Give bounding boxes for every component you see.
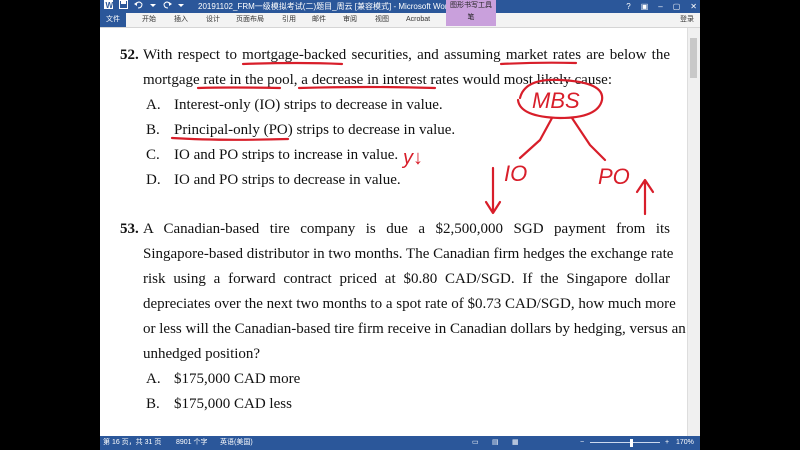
q53-option-a-text: $175,000 CAD more [174, 371, 301, 387]
vertical-scrollbar[interactable] [687, 28, 700, 436]
ribbon-tabs: 文件 开始 插入 设计 页面布局 引用 邮件 审阅 视图 Acrobat 登录 [100, 13, 700, 28]
zoom-slider-thumb[interactable] [630, 439, 633, 447]
close-icon[interactable]: ✕ [690, 0, 697, 13]
q53-option-b-letter: B. [146, 396, 160, 412]
q52-option-c-text: IO and PO strips to increase in value. [174, 147, 399, 163]
q52-option-a-letter: A. [146, 97, 161, 113]
tab-page-layout[interactable]: 页面布局 [236, 13, 264, 27]
tab-view[interactable]: 视图 [375, 13, 389, 27]
word-app-icon: W [104, 0, 114, 13]
maximize-icon[interactable]: ▢ [673, 0, 681, 13]
question-53-line-5: or less will the Canadian-based tire fir… [143, 321, 686, 337]
document-page[interactable]: 52. With respect to mortgage-backed secu… [100, 28, 688, 436]
window-controls: ? ▣ – ▢ ✕ [626, 0, 697, 13]
zoom-in-button[interactable]: + [665, 436, 669, 450]
minimize-icon[interactable]: – [658, 0, 662, 13]
question-53-line-3: risk using a forward contract priced at … [143, 271, 670, 287]
undo-icon[interactable] [134, 0, 144, 13]
tab-design[interactable]: 设计 [206, 13, 220, 27]
scrollbar-thumb[interactable] [690, 38, 697, 78]
tab-home[interactable]: 开始 [142, 13, 156, 27]
window-title: 20191102_FRM一级模拟考试(二)题目_周云 [兼容模式] - Micr… [198, 2, 452, 11]
page-count[interactable]: 第 16 页，共 31 页 [103, 436, 161, 450]
context-tab-pen[interactable]: 笔 [446, 12, 496, 24]
question-52-number: 52. [120, 47, 139, 63]
title-bar: W 20191102_FRM一级模拟考试(二)题目_周云 [兼容模式] - Mi… [100, 0, 700, 13]
question-53-line-6: unhedged position? [143, 346, 261, 362]
quick-access-toolbar: W [104, 0, 184, 13]
zoom-slider[interactable] [590, 442, 660, 443]
tab-file[interactable]: 文件 [100, 13, 126, 27]
context-tab-title: 图形书写工具 [450, 2, 492, 9]
tab-acrobat[interactable]: Acrobat [406, 13, 430, 27]
language-indicator[interactable]: 英语(美国) [220, 436, 253, 450]
question-53-line-2: Singapore-based distributor in two month… [143, 246, 674, 262]
q52-option-d-text: IO and PO strips to decrease in value. [174, 172, 401, 188]
login-link[interactable]: 登录 [680, 13, 694, 27]
q52-option-a-text: Interest-only (IO) strips to decrease in… [174, 97, 443, 113]
dropdown-icon[interactable] [150, 0, 156, 13]
read-mode-icon[interactable]: ▭ [472, 436, 479, 450]
customize-toolbar-icon[interactable] [178, 0, 184, 13]
question-53-line-1: A Canadian-based tire company is due a $… [143, 221, 670, 237]
zoom-out-button[interactable]: − [580, 436, 584, 450]
tab-insert[interactable]: 插入 [174, 13, 188, 27]
print-layout-icon[interactable]: ▤ [492, 436, 499, 450]
question-52-line-2: mortgage rate in the pool, a decrease in… [143, 72, 613, 88]
status-bar: 第 16 页，共 31 页 8901 个字 英语(美国) ▭ ▤ ▦ − + 1… [100, 436, 700, 450]
question-52-line-1: With respect to mortgage-backed securiti… [143, 47, 670, 63]
q53-option-b-text: $175,000 CAD less [174, 396, 292, 412]
help-icon[interactable]: ? [626, 0, 630, 13]
redo-icon[interactable] [162, 0, 172, 13]
context-tab-ink-tools[interactable]: 图形书写工具 笔 [446, 0, 496, 26]
q52-option-b-text: Principal-only (PO) strips to decrease i… [174, 122, 456, 138]
word-window: W 20191102_FRM一级模拟考试(二)题目_周云 [兼容模式] - Mi… [100, 0, 700, 450]
zoom-level[interactable]: 170% [676, 436, 694, 450]
q53-option-a-letter: A. [146, 371, 161, 387]
tab-review[interactable]: 审阅 [343, 13, 357, 27]
tab-references[interactable]: 引用 [282, 13, 296, 27]
save-icon[interactable] [119, 0, 128, 13]
question-53-line-4: depreciates over the next two months to … [143, 296, 676, 312]
word-count[interactable]: 8901 个字 [176, 436, 208, 450]
svg-text:W: W [106, 1, 114, 9]
q52-option-d-letter: D. [146, 172, 161, 188]
ribbon-display-icon[interactable]: ▣ [641, 0, 649, 13]
tab-mailings[interactable]: 邮件 [312, 13, 326, 27]
question-53-number: 53. [120, 221, 139, 237]
q52-option-c-letter: C. [146, 147, 160, 163]
q52-option-b-letter: B. [146, 122, 160, 138]
web-layout-icon[interactable]: ▦ [512, 436, 519, 450]
